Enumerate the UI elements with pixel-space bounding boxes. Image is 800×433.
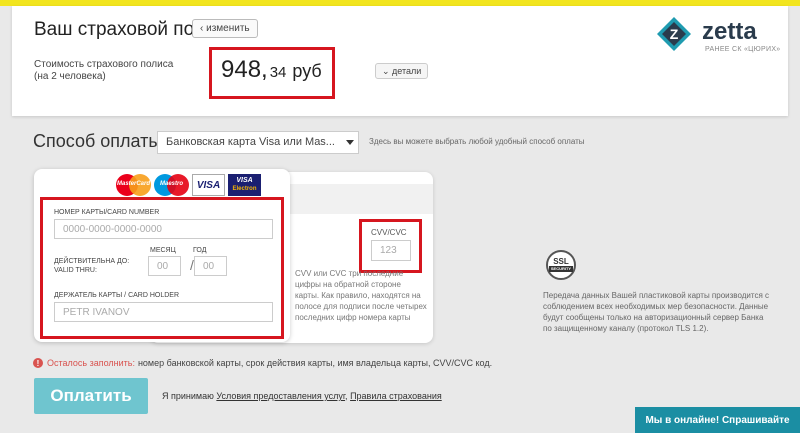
- payment-method-select[interactable]: Банковская карта Visa или Mas...: [157, 131, 359, 154]
- brand-name: zetta: [702, 18, 757, 45]
- dropdown-arrow-icon: [346, 140, 354, 145]
- card-brand-logos: MasterCard Maestro VISA VISA Electron: [116, 174, 261, 196]
- visa-electron-top-text: VISA: [236, 177, 253, 184]
- card-number-label: НОМЕР КАРТЫ/CARD NUMBER: [54, 209, 160, 216]
- year-label: ГОД: [193, 247, 207, 254]
- valid-thru-label: ДЕЙСТВИТЕЛЬНА ДО: VALID THRU:: [54, 257, 129, 275]
- card-number-input[interactable]: 0000-0000-0000-0000: [54, 219, 273, 239]
- zetta-logo-icon: Z: [657, 17, 691, 51]
- card-front-highlight: НОМЕР КАРТЫ/CARD NUMBER 0000-0000-0000-0…: [40, 197, 284, 339]
- valid-thru-label-line1: ДЕЙСТВИТЕЛЬНА ДО:: [54, 258, 130, 265]
- pay-button[interactable]: Оплатить: [34, 378, 148, 414]
- agreement-text: Я принимаю Условия предоставления услуг,…: [162, 391, 442, 401]
- month-label: МЕСЯЦ: [150, 247, 176, 254]
- visa-logo-icon: VISA: [192, 174, 225, 196]
- price-highlight: 948, 34 руб: [209, 47, 335, 99]
- policy-summary-card: Ваш страховой полис ‹ изменить Стоимость…: [12, 6, 788, 116]
- remaining-prefix: Осталось заполнить:: [47, 358, 135, 368]
- price-cents: 34: [269, 64, 287, 81]
- expiry-year-input[interactable]: 00: [194, 256, 227, 276]
- price-main: 948,: [221, 56, 268, 83]
- payment-method-title: Способ оплаты: [33, 131, 162, 151]
- details-button[interactable]: ⌄ детали: [375, 63, 429, 79]
- price-currency: руб: [292, 61, 322, 81]
- visa-electron-logo-icon: VISA Electron: [228, 174, 261, 196]
- maestro-logo-text: Maestro: [159, 181, 183, 187]
- card-front: MasterCard Maestro VISA VISA Electron НО…: [34, 169, 290, 342]
- ssl-badge-top: SSL: [553, 257, 569, 266]
- cost-label-line1: Стоимость страхового полиса: [34, 59, 174, 70]
- cvv-highlight: CVV/CVC 123: [359, 219, 422, 273]
- maestro-logo-icon: Maestro: [154, 174, 189, 196]
- remaining-fields: номер банковской карты, срок действия ка…: [137, 358, 493, 368]
- visa-electron-bottom-text: Electron: [232, 186, 257, 192]
- card-holder-label: ДЕРЖАТЕЛЬ КАРТЫ / CARD HOLDER: [54, 292, 180, 299]
- agree-comma: ,: [345, 391, 348, 401]
- cvv-input[interactable]: 123: [371, 240, 411, 261]
- change-policy-button[interactable]: ‹ изменить: [192, 19, 258, 38]
- cost-label: Стоимость страхового полиса (на 2 челове…: [34, 59, 194, 83]
- warning-icon: !: [33, 358, 43, 368]
- mastercard-logo-text: MasterCard: [116, 181, 150, 187]
- ssl-security-icon: SSL SECURITY: [546, 250, 576, 280]
- terms-link[interactable]: Условия предоставления услуг: [216, 391, 345, 401]
- card-holder-input[interactable]: PETR IVANOV: [54, 302, 273, 322]
- payment-method-hint: Здесь вы можете выбрать любой удобный сп…: [369, 137, 585, 146]
- online-chat-tab[interactable]: Мы в онлайне! Спрашивайте: [635, 407, 800, 433]
- brand-subtitle: РАНЕЕ СК «ЦЮРИХ»: [705, 46, 781, 53]
- visa-logo-text: VISA: [196, 179, 221, 191]
- logo-letter: Z: [670, 26, 679, 42]
- cvv-label: CVV/CVC: [371, 228, 407, 237]
- remaining-fields-notice: ! Осталось заполнить: номер банковской к…: [33, 358, 492, 368]
- insurance-rules-link[interactable]: Правила страхования: [350, 391, 442, 401]
- cost-label-line2: (на 2 человека): [34, 71, 106, 82]
- ssl-badge-bottom: SECURITY: [548, 266, 574, 272]
- expiry-month-input[interactable]: 00: [148, 256, 181, 276]
- cvv-help-text: CVV или CVC три последние цифры на обрат…: [295, 269, 427, 322]
- valid-thru-label-line2: VALID THRU:: [54, 267, 97, 274]
- payment-method-value: Банковская карта Visa или Mas...: [166, 136, 335, 148]
- mastercard-logo-icon: MasterCard: [116, 174, 151, 196]
- agree-prefix: Я принимаю: [162, 391, 214, 401]
- ssl-info-text: Передача данных Вашей пластиковой карты …: [543, 291, 769, 333]
